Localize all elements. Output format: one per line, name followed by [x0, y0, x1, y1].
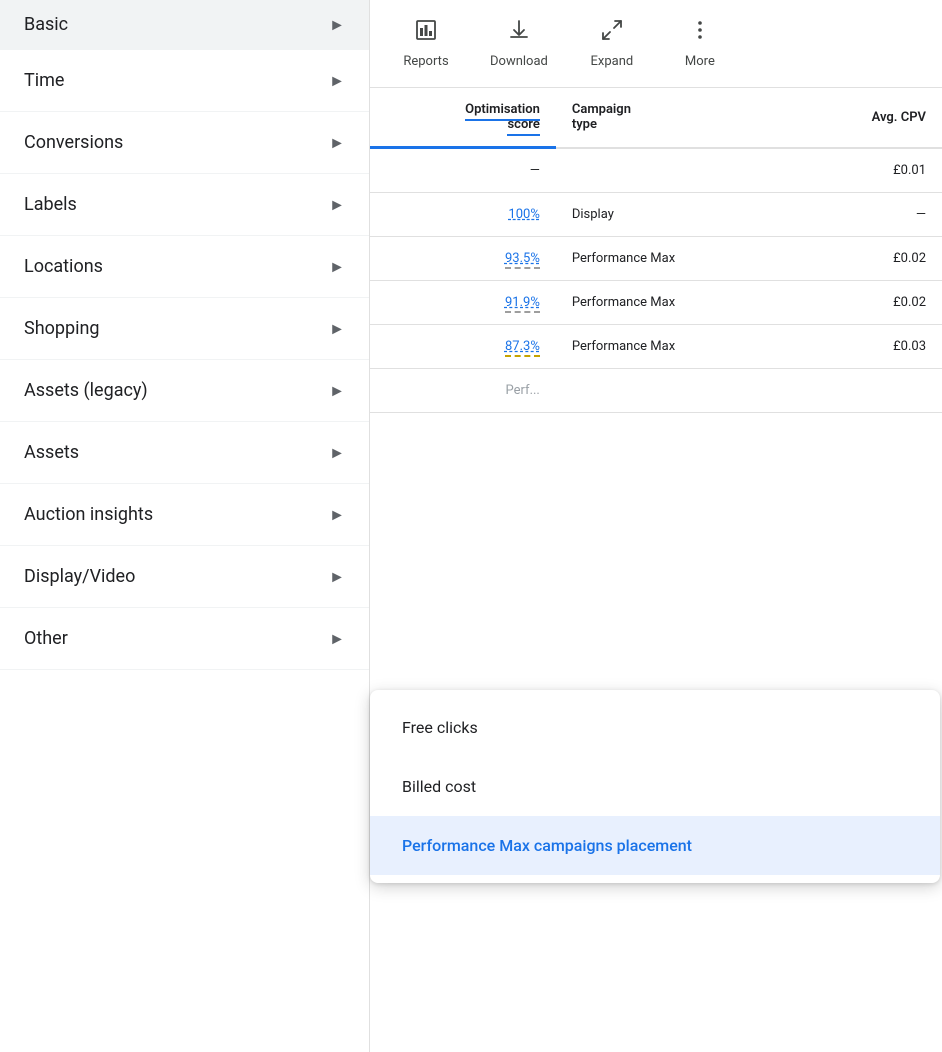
table-row: Perf... [370, 369, 942, 413]
sidebar-item-basic-label: Basic [24, 14, 68, 35]
chevron-right-icon: ► [329, 381, 345, 401]
dropdown-item-billed-cost-label: Billed cost [402, 777, 476, 796]
table-row: 93.5% Performance Max £0.02 [370, 237, 942, 281]
cell-avg-cpv: £0.02 [792, 281, 942, 325]
cell-optimisation: Perf... [370, 369, 556, 413]
cell-avg-cpv: £0.01 [792, 148, 942, 193]
cell-campaign-type: Performance Max [556, 281, 792, 325]
cell-avg-cpv [792, 369, 942, 413]
sidebar-item-locations[interactable]: Locations ► [0, 236, 369, 298]
more-button[interactable]: More [660, 10, 740, 77]
download-button[interactable]: Download [474, 10, 564, 77]
reports-button[interactable]: Reports [386, 10, 466, 77]
cell-optimisation[interactable]: 100% [370, 193, 556, 237]
dropdown-item-billed-cost[interactable]: Billed cost [370, 757, 940, 816]
chevron-right-icon: ► [329, 629, 345, 649]
sidebar: Basic ► Time ► Conversions ► Labels ► Lo… [0, 0, 370, 1052]
download-icon [507, 18, 531, 48]
sidebar-item-assets-legacy-label: Assets (legacy) [24, 380, 148, 401]
table-container: Optimisationscore Campaigntype Avg. CPV [370, 88, 942, 1052]
dropdown-item-perf-max-label: Performance Max campaigns placement [402, 836, 692, 855]
sidebar-item-auction-insights-label: Auction insights [24, 504, 153, 525]
sidebar-item-conversions-label: Conversions [24, 132, 123, 153]
reports-label: Reports [403, 54, 448, 69]
sidebar-item-locations-label: Locations [24, 256, 103, 277]
cell-avg-cpv: — [792, 193, 942, 237]
sidebar-item-time[interactable]: Time ► [0, 50, 369, 112]
chevron-right-icon: ► [329, 319, 345, 339]
chevron-right-icon: ► [329, 443, 345, 463]
header-campaign-type[interactable]: Campaigntype [556, 88, 792, 148]
chevron-right-icon: ► [329, 133, 345, 153]
sidebar-item-display-video-label: Display/Video [24, 566, 135, 587]
sidebar-item-assets-legacy[interactable]: Assets (legacy) ► [0, 360, 369, 422]
toolbar: Reports Download [370, 0, 942, 88]
cell-avg-cpv: £0.03 [792, 325, 942, 369]
sidebar-item-auction-insights[interactable]: Auction insights ► [0, 484, 369, 546]
expand-icon [600, 18, 624, 48]
cell-campaign-type: Performance Max [556, 237, 792, 281]
sidebar-item-shopping-label: Shopping [24, 318, 100, 339]
dropdown-item-perf-max[interactable]: Performance Max campaigns placement [370, 816, 940, 875]
sidebar-item-other[interactable]: Other ► [0, 608, 369, 670]
table-row: 100% Display — [370, 193, 942, 237]
sidebar-item-time-label: Time [24, 70, 64, 91]
chevron-right-icon: ► [329, 71, 345, 91]
reports-icon [414, 18, 438, 48]
expand-button[interactable]: Expand [572, 10, 652, 77]
header-optimisation[interactable]: Optimisationscore [370, 88, 556, 148]
table-row: 91.9% Performance Max £0.02 [370, 281, 942, 325]
chevron-right-icon: ► [329, 15, 345, 35]
cell-avg-cpv: £0.02 [792, 237, 942, 281]
chevron-right-icon: ► [329, 567, 345, 587]
sidebar-item-shopping[interactable]: Shopping ► [0, 298, 369, 360]
cell-campaign-type [556, 148, 792, 193]
header-avg-cpv[interactable]: Avg. CPV [792, 88, 942, 148]
chevron-right-icon: ► [329, 505, 345, 525]
sidebar-item-assets-label: Assets [24, 442, 79, 463]
dropdown-menu: Free clicks Billed cost Performance Max … [370, 690, 940, 883]
chevron-right-icon: ► [329, 257, 345, 277]
table-row: — £0.01 [370, 148, 942, 193]
sidebar-item-other-label: Other [24, 628, 68, 649]
cell-campaign-type: Performance Max [556, 325, 792, 369]
chevron-right-icon: ► [329, 195, 345, 215]
cell-optimisation[interactable]: 87.3% [370, 325, 556, 369]
sidebar-item-display-video[interactable]: Display/Video ► [0, 546, 369, 608]
more-icon [688, 18, 712, 48]
expand-label: Expand [591, 54, 634, 69]
header-avg-cpv-label: Avg. CPV [872, 110, 926, 125]
cell-optimisation: — [370, 148, 556, 193]
cell-campaign-type [556, 369, 792, 413]
more-label: More [685, 54, 715, 69]
dropdown-item-free-clicks[interactable]: Free clicks [370, 698, 940, 757]
sidebar-item-basic[interactable]: Basic ► [0, 0, 369, 50]
main-container: Basic ► Time ► Conversions ► Labels ► Lo… [0, 0, 942, 1052]
cell-optimisation[interactable]: 91.9% [370, 281, 556, 325]
header-optimisation-label: Optimisationscore [465, 102, 540, 132]
sidebar-item-labels[interactable]: Labels ► [0, 174, 369, 236]
dropdown-item-free-clicks-label: Free clicks [402, 718, 478, 737]
content-panel: Reports Download [370, 0, 942, 1052]
header-campaign-type-label: Campaigntype [572, 102, 631, 132]
download-label: Download [490, 54, 548, 69]
cell-optimisation[interactable]: 93.5% [370, 237, 556, 281]
sidebar-item-assets[interactable]: Assets ► [0, 422, 369, 484]
data-table: Optimisationscore Campaigntype Avg. CPV [370, 88, 942, 413]
cell-campaign-type: Display [556, 193, 792, 237]
sidebar-item-labels-label: Labels [24, 194, 77, 215]
sidebar-item-conversions[interactable]: Conversions ► [0, 112, 369, 174]
table-row: 87.3% Performance Max £0.03 [370, 325, 942, 369]
